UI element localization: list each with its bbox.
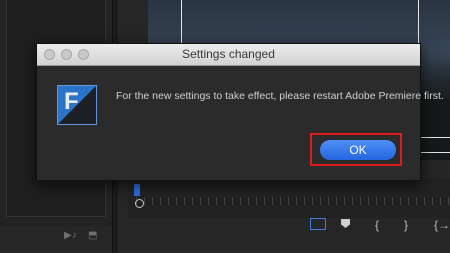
- ok-button[interactable]: OK: [320, 140, 396, 160]
- export-icon[interactable]: ⬒: [88, 230, 97, 241]
- time-ruler[interactable]: [136, 197, 450, 205]
- playhead-handle[interactable]: [135, 199, 144, 208]
- go-to-in-icon[interactable]: {→: [434, 218, 450, 232]
- dialog-message: For the new settings to take effect, ple…: [116, 90, 444, 102]
- mark-out-icon[interactable]: }: [404, 218, 408, 232]
- playhead-marker[interactable]: [134, 184, 140, 196]
- app-logo-icon: F: [57, 85, 97, 125]
- mark-in-icon[interactable]: {: [375, 218, 379, 232]
- dialog-title: Settings changed: [182, 47, 275, 61]
- dialog-titlebar[interactable]: Settings changed: [37, 44, 420, 66]
- play-icon[interactable]: ▶♪: [64, 230, 77, 241]
- safe-margins-icon[interactable]: [310, 218, 326, 230]
